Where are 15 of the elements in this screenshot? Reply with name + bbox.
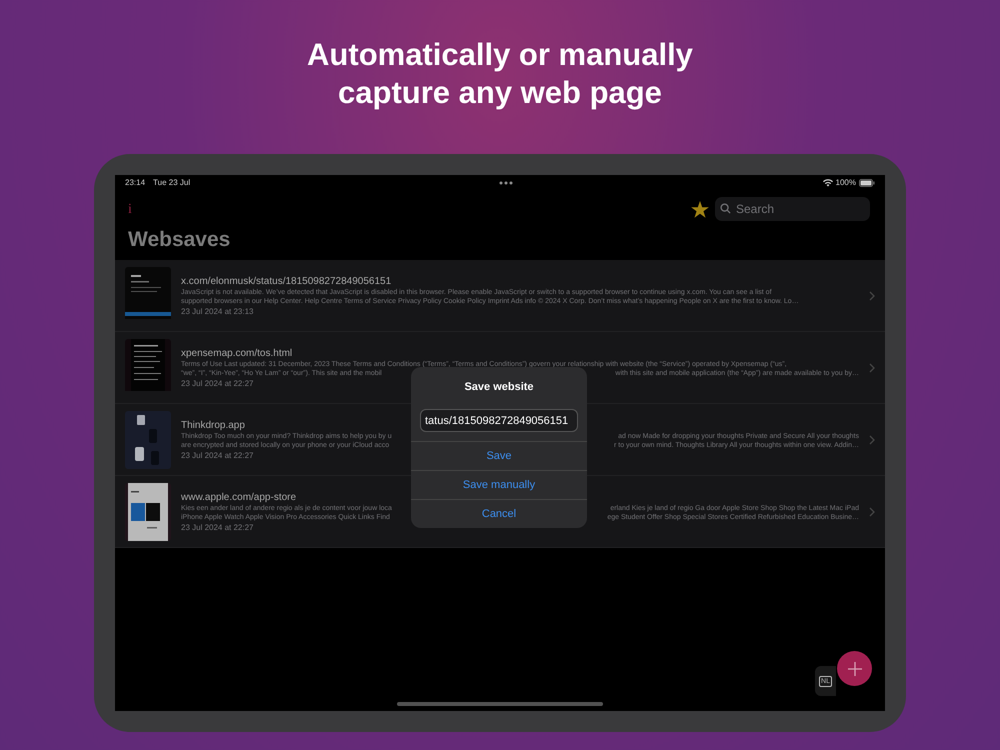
item-date: 23 Jul 2024 at 22:27 bbox=[181, 450, 254, 460]
item-url: x.com/elonmusk/status/1815098272849056151 bbox=[181, 274, 392, 288]
item-date: 23 Jul 2024 at 22:27 bbox=[181, 522, 254, 532]
battery-percent: 100% bbox=[836, 177, 856, 189]
headline: Automatically or manually bbox=[307, 36, 693, 74]
item-url: www.apple.com/app-store bbox=[181, 490, 296, 504]
status-date: Tue 23 Jul bbox=[153, 177, 190, 189]
page-title: Websaves bbox=[127, 227, 232, 253]
dialog-title: Save website bbox=[463, 380, 535, 395]
item-url: xpensemap.com/tos.html bbox=[181, 346, 292, 360]
item-date: 23 Jul 2024 at 23:13 bbox=[181, 306, 254, 316]
item-date: 23 Jul 2024 at 22:27 bbox=[181, 378, 254, 388]
item-url: Thinkdrop.app bbox=[181, 418, 245, 432]
status-time: 23:14 bbox=[125, 177, 146, 189]
headline: capture any web page bbox=[338, 74, 662, 112]
